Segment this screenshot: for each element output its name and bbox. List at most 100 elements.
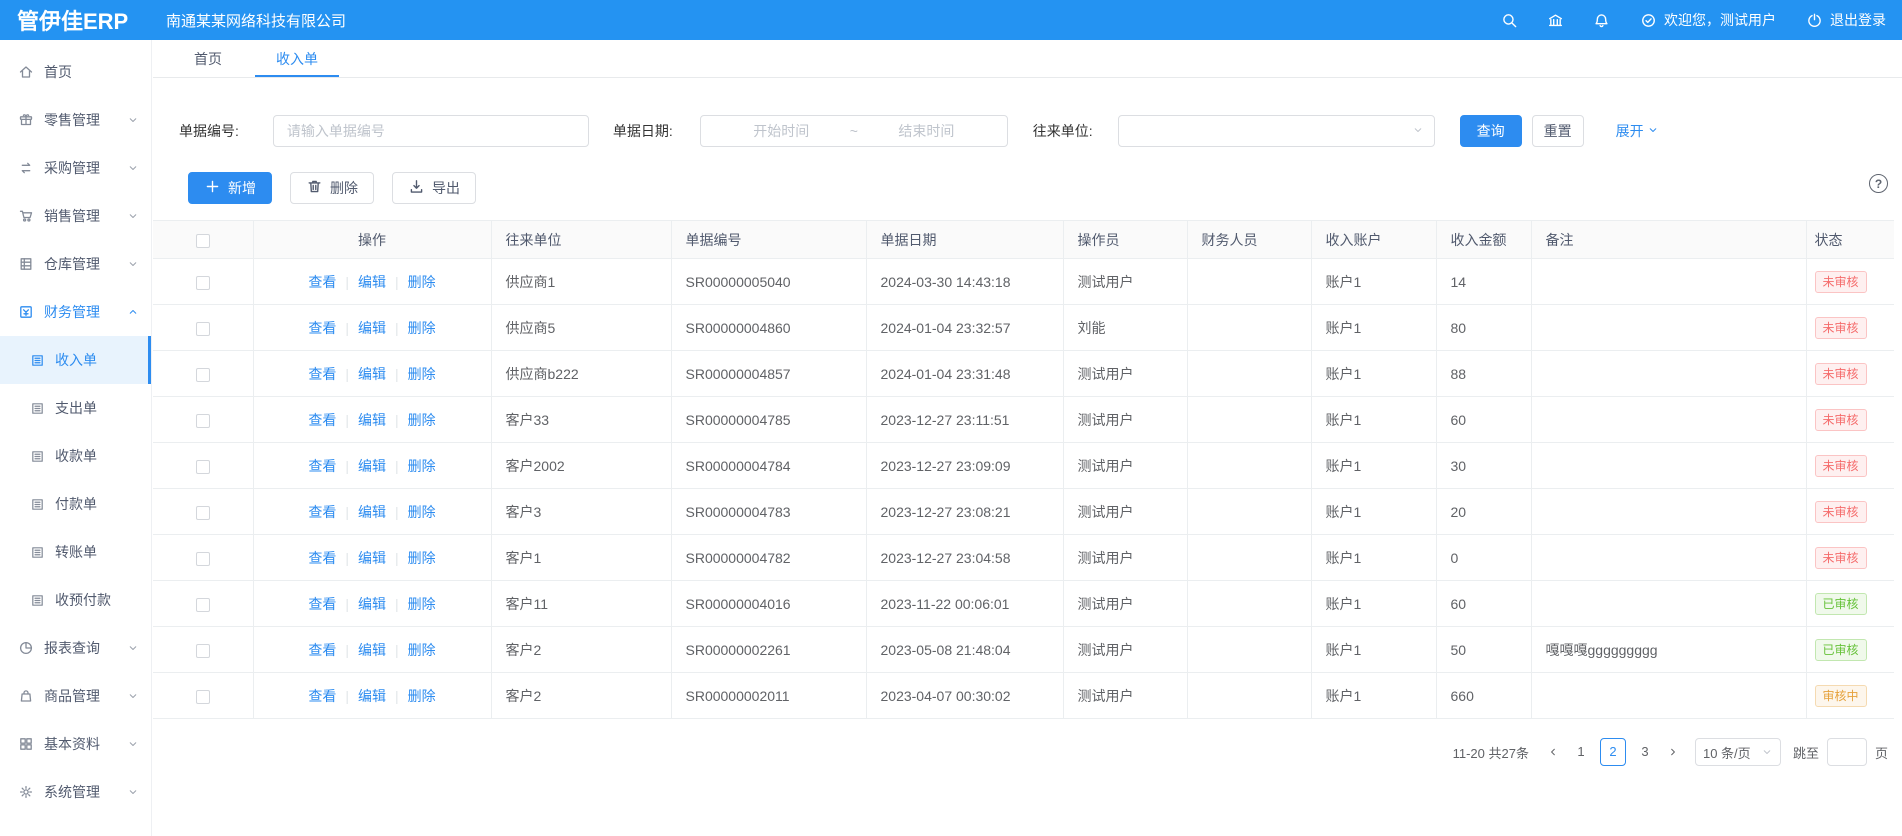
edit-link[interactable]: 编辑 bbox=[358, 410, 386, 430]
row-checkbox[interactable] bbox=[196, 414, 210, 428]
cell-operator: 测试用户 bbox=[1063, 259, 1187, 305]
row-checkbox[interactable] bbox=[196, 460, 210, 474]
view-link[interactable]: 查看 bbox=[308, 410, 336, 430]
delete-link[interactable]: 删除 bbox=[408, 364, 436, 384]
cell-account: 账户1 bbox=[1311, 443, 1436, 489]
view-link[interactable]: 查看 bbox=[308, 686, 336, 706]
view-link[interactable]: 查看 bbox=[308, 502, 336, 522]
bell-icon[interactable] bbox=[1593, 12, 1610, 29]
sidebar-subitem-付款单[interactable]: 付款单 bbox=[0, 480, 151, 528]
tab-首页[interactable]: 首页 bbox=[194, 40, 222, 77]
page-number-1[interactable]: 1 bbox=[1568, 738, 1594, 766]
search-icon[interactable] bbox=[1501, 12, 1518, 29]
cell-bill-date: 2023-12-27 23:04:58 bbox=[866, 535, 1063, 581]
delete-link[interactable]: 删除 bbox=[408, 686, 436, 706]
row-checkbox[interactable] bbox=[196, 368, 210, 382]
cell-operator: 测试用户 bbox=[1063, 673, 1187, 719]
sidebar-subitem-收款单[interactable]: 收款单 bbox=[0, 432, 151, 480]
delete-link[interactable]: 删除 bbox=[408, 548, 436, 568]
sidebar-item-2[interactable]: 采购管理 bbox=[0, 144, 151, 192]
edit-link[interactable]: 编辑 bbox=[358, 456, 386, 476]
view-link[interactable]: 查看 bbox=[308, 318, 336, 338]
delete-link[interactable]: 删除 bbox=[408, 318, 436, 338]
view-link[interactable]: 查看 bbox=[308, 640, 336, 660]
row-checkbox[interactable] bbox=[196, 598, 210, 612]
row-checkbox[interactable] bbox=[196, 322, 210, 336]
cell-partner: 供应商b222 bbox=[491, 351, 671, 397]
cell-bill-no: SR00000004785 bbox=[671, 397, 866, 443]
delete-link[interactable]: 删除 bbox=[408, 594, 436, 614]
delete-link[interactable]: 删除 bbox=[408, 640, 436, 660]
sidebar-item-4[interactable]: 仓库管理 bbox=[0, 240, 151, 288]
sidebar-item-0[interactable]: 首页 bbox=[0, 48, 151, 96]
sidebar-item-1[interactable]: 零售管理 bbox=[0, 96, 151, 144]
cell-operator: 刘能 bbox=[1063, 305, 1187, 351]
sidebar-item-5[interactable]: 财务管理 bbox=[0, 288, 151, 336]
row-actions-cell: 查看|编辑|删除 bbox=[253, 627, 491, 673]
tab-收入单[interactable]: 收入单 bbox=[276, 40, 318, 77]
finance-icon bbox=[18, 304, 34, 320]
page-size-select[interactable]: 10 条/页 bbox=[1695, 738, 1781, 766]
partner-select[interactable] bbox=[1118, 115, 1435, 147]
expand-label: 展开 bbox=[1616, 121, 1644, 141]
expand-toggle[interactable]: 展开 bbox=[1616, 121, 1659, 141]
edit-link[interactable]: 编辑 bbox=[358, 364, 386, 384]
row-checkbox[interactable] bbox=[196, 644, 210, 658]
sidebar-subitem-收预付款[interactable]: 收预付款 bbox=[0, 576, 151, 624]
sidebar-item-9[interactable]: 系统管理 bbox=[0, 768, 151, 816]
select-all-checkbox[interactable] bbox=[196, 234, 210, 248]
table-row: 查看|编辑|删除客户11SR000000040162023-11-22 00:0… bbox=[153, 581, 1894, 627]
edit-link[interactable]: 编辑 bbox=[358, 318, 386, 338]
sidebar-subitem-收入单[interactable]: 收入单 bbox=[0, 336, 151, 384]
cell-amount: 50 bbox=[1436, 627, 1531, 673]
view-link[interactable]: 查看 bbox=[308, 272, 336, 292]
column-header-单据日期: 单据日期 bbox=[866, 221, 1063, 259]
edit-link[interactable]: 编辑 bbox=[358, 594, 386, 614]
help-icon[interactable]: ? bbox=[1869, 174, 1888, 193]
reset-button[interactable]: 重置 bbox=[1532, 115, 1584, 147]
welcome-user[interactable]: 欢迎您，测试用户 bbox=[1640, 10, 1776, 30]
logout-button[interactable]: 退出登录 bbox=[1806, 10, 1886, 30]
row-checkbox[interactable] bbox=[196, 276, 210, 290]
sidebar-item-8[interactable]: 基本资料 bbox=[0, 720, 151, 768]
cell-bill-date: 2023-11-22 00:06:01 bbox=[866, 581, 1063, 627]
sidebar-subitem-支出单[interactable]: 支出单 bbox=[0, 384, 151, 432]
edit-link[interactable]: 编辑 bbox=[358, 640, 386, 660]
row-actions: 查看|编辑|删除 bbox=[268, 272, 477, 292]
sidebar-subitem-转账单[interactable]: 转账单 bbox=[0, 528, 151, 576]
edit-link[interactable]: 编辑 bbox=[358, 548, 386, 568]
row-checkbox[interactable] bbox=[196, 690, 210, 704]
view-link[interactable]: 查看 bbox=[308, 548, 336, 568]
view-link[interactable]: 查看 bbox=[308, 594, 336, 614]
edit-link[interactable]: 编辑 bbox=[358, 272, 386, 292]
next-page-button[interactable] bbox=[1661, 738, 1685, 766]
prev-page-button[interactable] bbox=[1541, 738, 1565, 766]
add-button[interactable]: 新增 bbox=[188, 172, 272, 204]
search-button[interactable]: 查询 bbox=[1460, 115, 1522, 147]
sidebar-item-7[interactable]: 商品管理 bbox=[0, 672, 151, 720]
row-checkbox[interactable] bbox=[196, 552, 210, 566]
page-number-2[interactable]: 2 bbox=[1600, 738, 1626, 766]
edit-link[interactable]: 编辑 bbox=[358, 686, 386, 706]
bank-icon[interactable] bbox=[1547, 12, 1564, 29]
view-link[interactable]: 查看 bbox=[308, 456, 336, 476]
date-range-picker[interactable]: 开始时间 ~ 结束时间 bbox=[700, 115, 1008, 147]
sidebar-item-3[interactable]: 销售管理 bbox=[0, 192, 151, 240]
jump-page-input[interactable] bbox=[1827, 738, 1867, 766]
cell-amount: 14 bbox=[1436, 259, 1531, 305]
view-link[interactable]: 查看 bbox=[308, 364, 336, 384]
delete-link[interactable]: 删除 bbox=[408, 410, 436, 430]
delete-button[interactable]: 删除 bbox=[290, 172, 374, 204]
row-checkbox[interactable] bbox=[196, 506, 210, 520]
sidebar-item-6[interactable]: 报表查询 bbox=[0, 624, 151, 672]
delete-link[interactable]: 删除 bbox=[408, 456, 436, 476]
page-number-3[interactable]: 3 bbox=[1632, 738, 1658, 766]
bill-no-input[interactable] bbox=[273, 115, 589, 147]
action-divider: | bbox=[345, 458, 349, 474]
delete-link[interactable]: 删除 bbox=[408, 272, 436, 292]
row-checkbox-cell bbox=[153, 673, 253, 719]
edit-link[interactable]: 编辑 bbox=[358, 502, 386, 522]
delete-link[interactable]: 删除 bbox=[408, 502, 436, 522]
export-button[interactable]: 导出 bbox=[392, 172, 476, 204]
row-actions-cell: 查看|编辑|删除 bbox=[253, 259, 491, 305]
